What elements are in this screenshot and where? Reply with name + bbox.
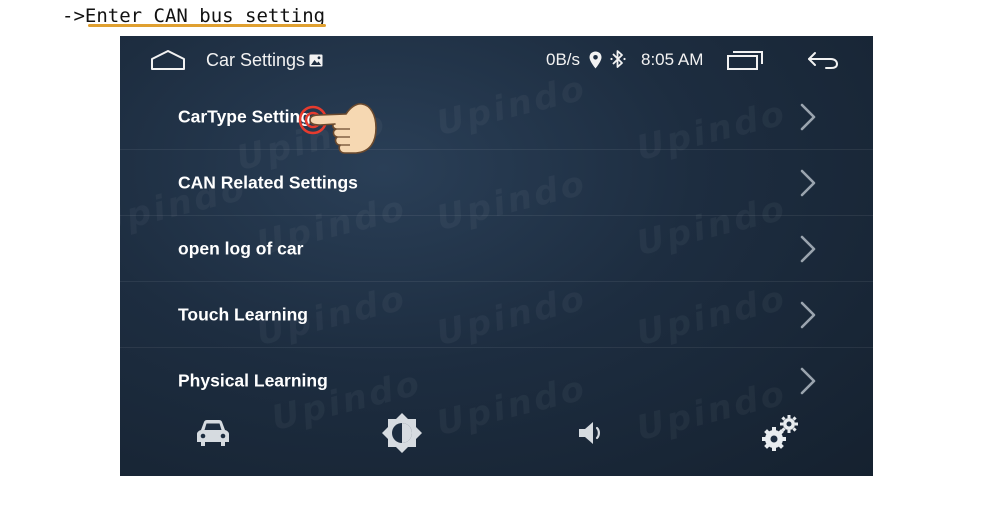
settings-button[interactable] xyxy=(752,410,808,456)
menu-item-label: open log of car xyxy=(178,238,304,259)
network-speed: 0B/s xyxy=(546,50,581,69)
menu-item-touch-learning[interactable]: Touch Learning xyxy=(120,282,873,348)
chevron-right-icon xyxy=(800,301,816,329)
tap-hint-hand xyxy=(290,98,382,162)
bottom-dock xyxy=(120,400,873,476)
chevron-right-icon xyxy=(800,169,816,197)
brightness-icon xyxy=(382,413,422,453)
clock: 8:05 AM xyxy=(641,50,704,69)
menu-item-cartype-setting[interactable]: CarType Setting xyxy=(120,84,873,150)
menu-item-open-log-of-car[interactable]: open log of car xyxy=(120,216,873,282)
chevron-right-icon xyxy=(800,103,816,131)
menu-item-label: CAN Related Settings xyxy=(178,172,358,193)
gears-icon xyxy=(762,415,798,451)
recent-apps-icon xyxy=(727,51,763,70)
bluetooth-icon xyxy=(610,50,626,68)
back-arrow-icon xyxy=(808,52,839,69)
home-button[interactable] xyxy=(150,48,186,72)
menu-item-label: Touch Learning xyxy=(178,304,308,325)
car-settings-screen: Upindo Upindo Upindo Upindo Upindo Upind… xyxy=(120,36,873,476)
back-button[interactable] xyxy=(806,48,842,72)
image-icon xyxy=(309,54,323,66)
menu-item-can-related-settings[interactable]: CAN Related Settings xyxy=(120,150,873,216)
car-button[interactable] xyxy=(185,410,241,456)
chevron-right-icon xyxy=(800,367,816,395)
car-icon xyxy=(197,420,229,446)
chevron-right-icon xyxy=(800,235,816,263)
location-icon xyxy=(589,51,602,69)
caption-underline xyxy=(88,24,326,27)
volume-button[interactable] xyxy=(563,410,619,456)
brightness-button[interactable] xyxy=(374,410,430,456)
page-title: Car Settings xyxy=(206,49,306,70)
menu-item-label: Physical Learning xyxy=(178,370,328,391)
recent-apps-button[interactable] xyxy=(726,48,766,72)
volume-icon xyxy=(579,422,600,444)
home-icon xyxy=(151,50,185,70)
status-bar: Car Settings 0B/s 8:05 AM xyxy=(120,36,873,84)
pointing-hand-icon xyxy=(298,103,377,154)
